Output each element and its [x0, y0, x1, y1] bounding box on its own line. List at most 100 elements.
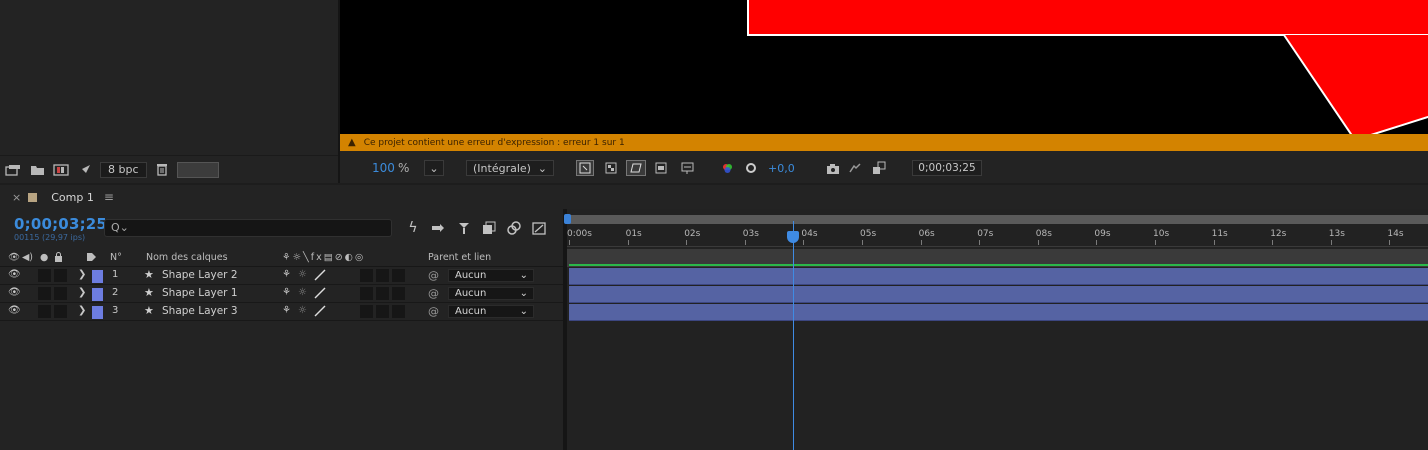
graph-editor-icon[interactable] — [505, 219, 523, 237]
quality-switch-icon[interactable] — [314, 287, 326, 300]
guides-icon[interactable] — [678, 160, 696, 176]
zoom-dropdown[interactable]: ⌄ — [424, 160, 444, 176]
mask-visibility-icon[interactable] — [626, 160, 646, 176]
shy-switch-icon[interactable]: ⚘ — [282, 269, 291, 282]
quality-switch-icon[interactable] — [314, 269, 326, 282]
folder-icon[interactable] — [28, 162, 46, 178]
exposure-value[interactable]: +0,0 — [768, 160, 795, 176]
fast-preview-icon[interactable] — [576, 160, 594, 176]
layer-row[interactable]: 👁 ❯ 2 ★ Shape Layer 1 ⚘ ☼ @ Aucun ⌄ — [0, 285, 563, 303]
lock-header-icon[interactable] — [54, 252, 63, 265]
chevron-right-icon[interactable]: ❯ — [78, 305, 86, 318]
layer-name[interactable]: Shape Layer 3 — [162, 305, 238, 318]
layer-number-header[interactable]: N° — [110, 252, 122, 263]
parent-dropdown[interactable]: Aucun ⌄ — [448, 305, 534, 318]
flowchart-icon[interactable] — [76, 162, 94, 178]
trash-icon[interactable] — [153, 162, 171, 178]
shy-switch-icon[interactable]: ⚘ — [282, 287, 291, 300]
lock-toggle[interactable] — [54, 287, 67, 300]
shy-switch-icon[interactable]: ⚘ — [282, 305, 291, 318]
3d-layer-toggle[interactable] — [392, 305, 405, 318]
motion-blur-toggle[interactable] — [360, 305, 373, 318]
layer-duration-bar[interactable] — [569, 268, 1428, 285]
solo-toggle[interactable] — [38, 269, 51, 282]
shy-layers-icon[interactable] — [430, 219, 448, 237]
layer-duration-bar[interactable] — [569, 286, 1428, 303]
reset-view-icon[interactable] — [870, 160, 888, 176]
expression-error-bar[interactable]: ▲ Ce projet contient une erreur d'expres… — [340, 134, 1428, 151]
collapse-switch-icon[interactable]: ☼ — [298, 305, 307, 318]
composition-flowchart-icon[interactable] — [530, 219, 548, 237]
parent-dropdown[interactable]: Aucun ⌄ — [448, 269, 534, 282]
label-header-icon[interactable] — [86, 252, 97, 265]
layer-row[interactable]: 👁 ❯ 3 ★ Shape Layer 3 ⚘ ☼ @ Aucun ⌄ — [0, 303, 563, 321]
time-navigator-bar[interactable] — [567, 215, 1428, 224]
bit-depth-button[interactable]: 8 bpc — [100, 161, 147, 178]
adjustment-toggle[interactable] — [376, 287, 389, 300]
solo-toggle[interactable] — [38, 287, 51, 300]
solo-header-icon[interactable]: ● — [40, 252, 48, 263]
lock-toggle[interactable] — [54, 269, 67, 282]
composition-canvas[interactable] — [340, 0, 1428, 134]
pick-whip-icon[interactable]: @ — [428, 287, 439, 300]
layer-name[interactable]: Shape Layer 1 — [162, 287, 238, 300]
resolution-dropdown[interactable]: (Intégrale) ⌄ — [466, 160, 554, 176]
switches-header-icons[interactable]: ⚘☼╲fx▤⊘◐◎ — [282, 252, 365, 263]
ruler-tick — [979, 240, 981, 245]
layer-search-input[interactable]: Q⌄ — [104, 219, 392, 237]
motion-blur-toggle[interactable] — [360, 287, 373, 300]
eye-icon[interactable]: 👁 — [8, 287, 21, 300]
parent-dropdown[interactable]: Aucun ⌄ — [448, 287, 534, 300]
quality-switch-icon[interactable] — [314, 305, 326, 318]
chevron-right-icon[interactable]: ❯ — [78, 269, 86, 282]
time-ruler-baseline — [567, 246, 1428, 247]
video-toggle-header-icon[interactable]: 👁 — [8, 252, 20, 263]
pick-whip-icon[interactable]: @ — [428, 269, 439, 282]
frame-blending-icon[interactable] — [455, 219, 473, 237]
pick-whip-icon[interactable]: @ — [428, 305, 439, 318]
ruler-tick — [686, 240, 688, 245]
project-color-swatch[interactable] — [176, 161, 219, 178]
audio-header-icon[interactable]: ◀) — [22, 252, 33, 263]
reset-exposure-icon[interactable] — [742, 160, 760, 176]
layer-label-color[interactable] — [92, 306, 103, 319]
snapshot-camera-icon[interactable] — [824, 160, 842, 176]
color-channels-icon[interactable] — [718, 160, 736, 176]
panel-menu-icon[interactable]: ≡ — [104, 190, 114, 204]
draft-3d-icon[interactable]: ϟ — [404, 219, 422, 237]
motion-blur-toggle[interactable] — [360, 269, 373, 282]
zoom-value[interactable]: 100 — [372, 160, 395, 176]
new-composition-icon[interactable] — [52, 162, 70, 178]
show-snapshot-icon[interactable] — [846, 160, 864, 176]
time-navigator-start-handle[interactable] — [564, 214, 571, 224]
composition-label-swatch — [28, 192, 38, 202]
layer-label-color[interactable] — [92, 288, 103, 301]
eye-icon[interactable]: 👁 — [8, 305, 21, 318]
parent-link-header[interactable]: Parent et lien — [428, 252, 491, 263]
current-time-display[interactable]: 0;00;03;25 — [14, 215, 107, 233]
layer-name-header[interactable]: Nom des calques — [146, 252, 228, 263]
3d-layer-toggle[interactable] — [392, 269, 405, 282]
layer-label-color[interactable] — [92, 270, 103, 283]
region-of-interest-icon[interactable] — [652, 160, 670, 176]
interpret-footage-icon[interactable] — [4, 162, 22, 178]
adjustment-toggle[interactable] — [376, 305, 389, 318]
layer-row[interactable]: 👁 ❯ 1 ★ Shape Layer 2 ⚘ ☼ @ Aucun ⌄ — [0, 267, 563, 285]
adjustment-toggle[interactable] — [376, 269, 389, 282]
chevron-right-icon[interactable]: ❯ — [78, 287, 86, 300]
layer-duration-bar[interactable] — [569, 304, 1428, 321]
layer-name[interactable]: Shape Layer 2 — [162, 269, 238, 282]
transparency-grid-icon[interactable] — [602, 160, 620, 176]
eye-icon[interactable]: 👁 — [8, 269, 21, 282]
time-ruler[interactable]: 0:00s 01s 02s 03s 04s 05s 06s 07s 08s 09s 10s 11s 12… — [567, 225, 1428, 247]
solo-toggle[interactable] — [38, 305, 51, 318]
3d-layer-toggle[interactable] — [392, 287, 405, 300]
lock-toggle[interactable] — [54, 305, 67, 318]
close-tab-icon[interactable]: × — [12, 191, 21, 204]
ruler-tick — [569, 240, 570, 245]
tab-comp-1[interactable]: Comp 1 — [51, 191, 94, 204]
motion-blur-icon[interactable] — [480, 219, 498, 237]
collapse-switch-icon[interactable]: ☼ — [298, 269, 307, 282]
viewer-timecode[interactable]: 0;00;03;25 — [912, 160, 982, 176]
collapse-switch-icon[interactable]: ☼ — [298, 287, 307, 300]
